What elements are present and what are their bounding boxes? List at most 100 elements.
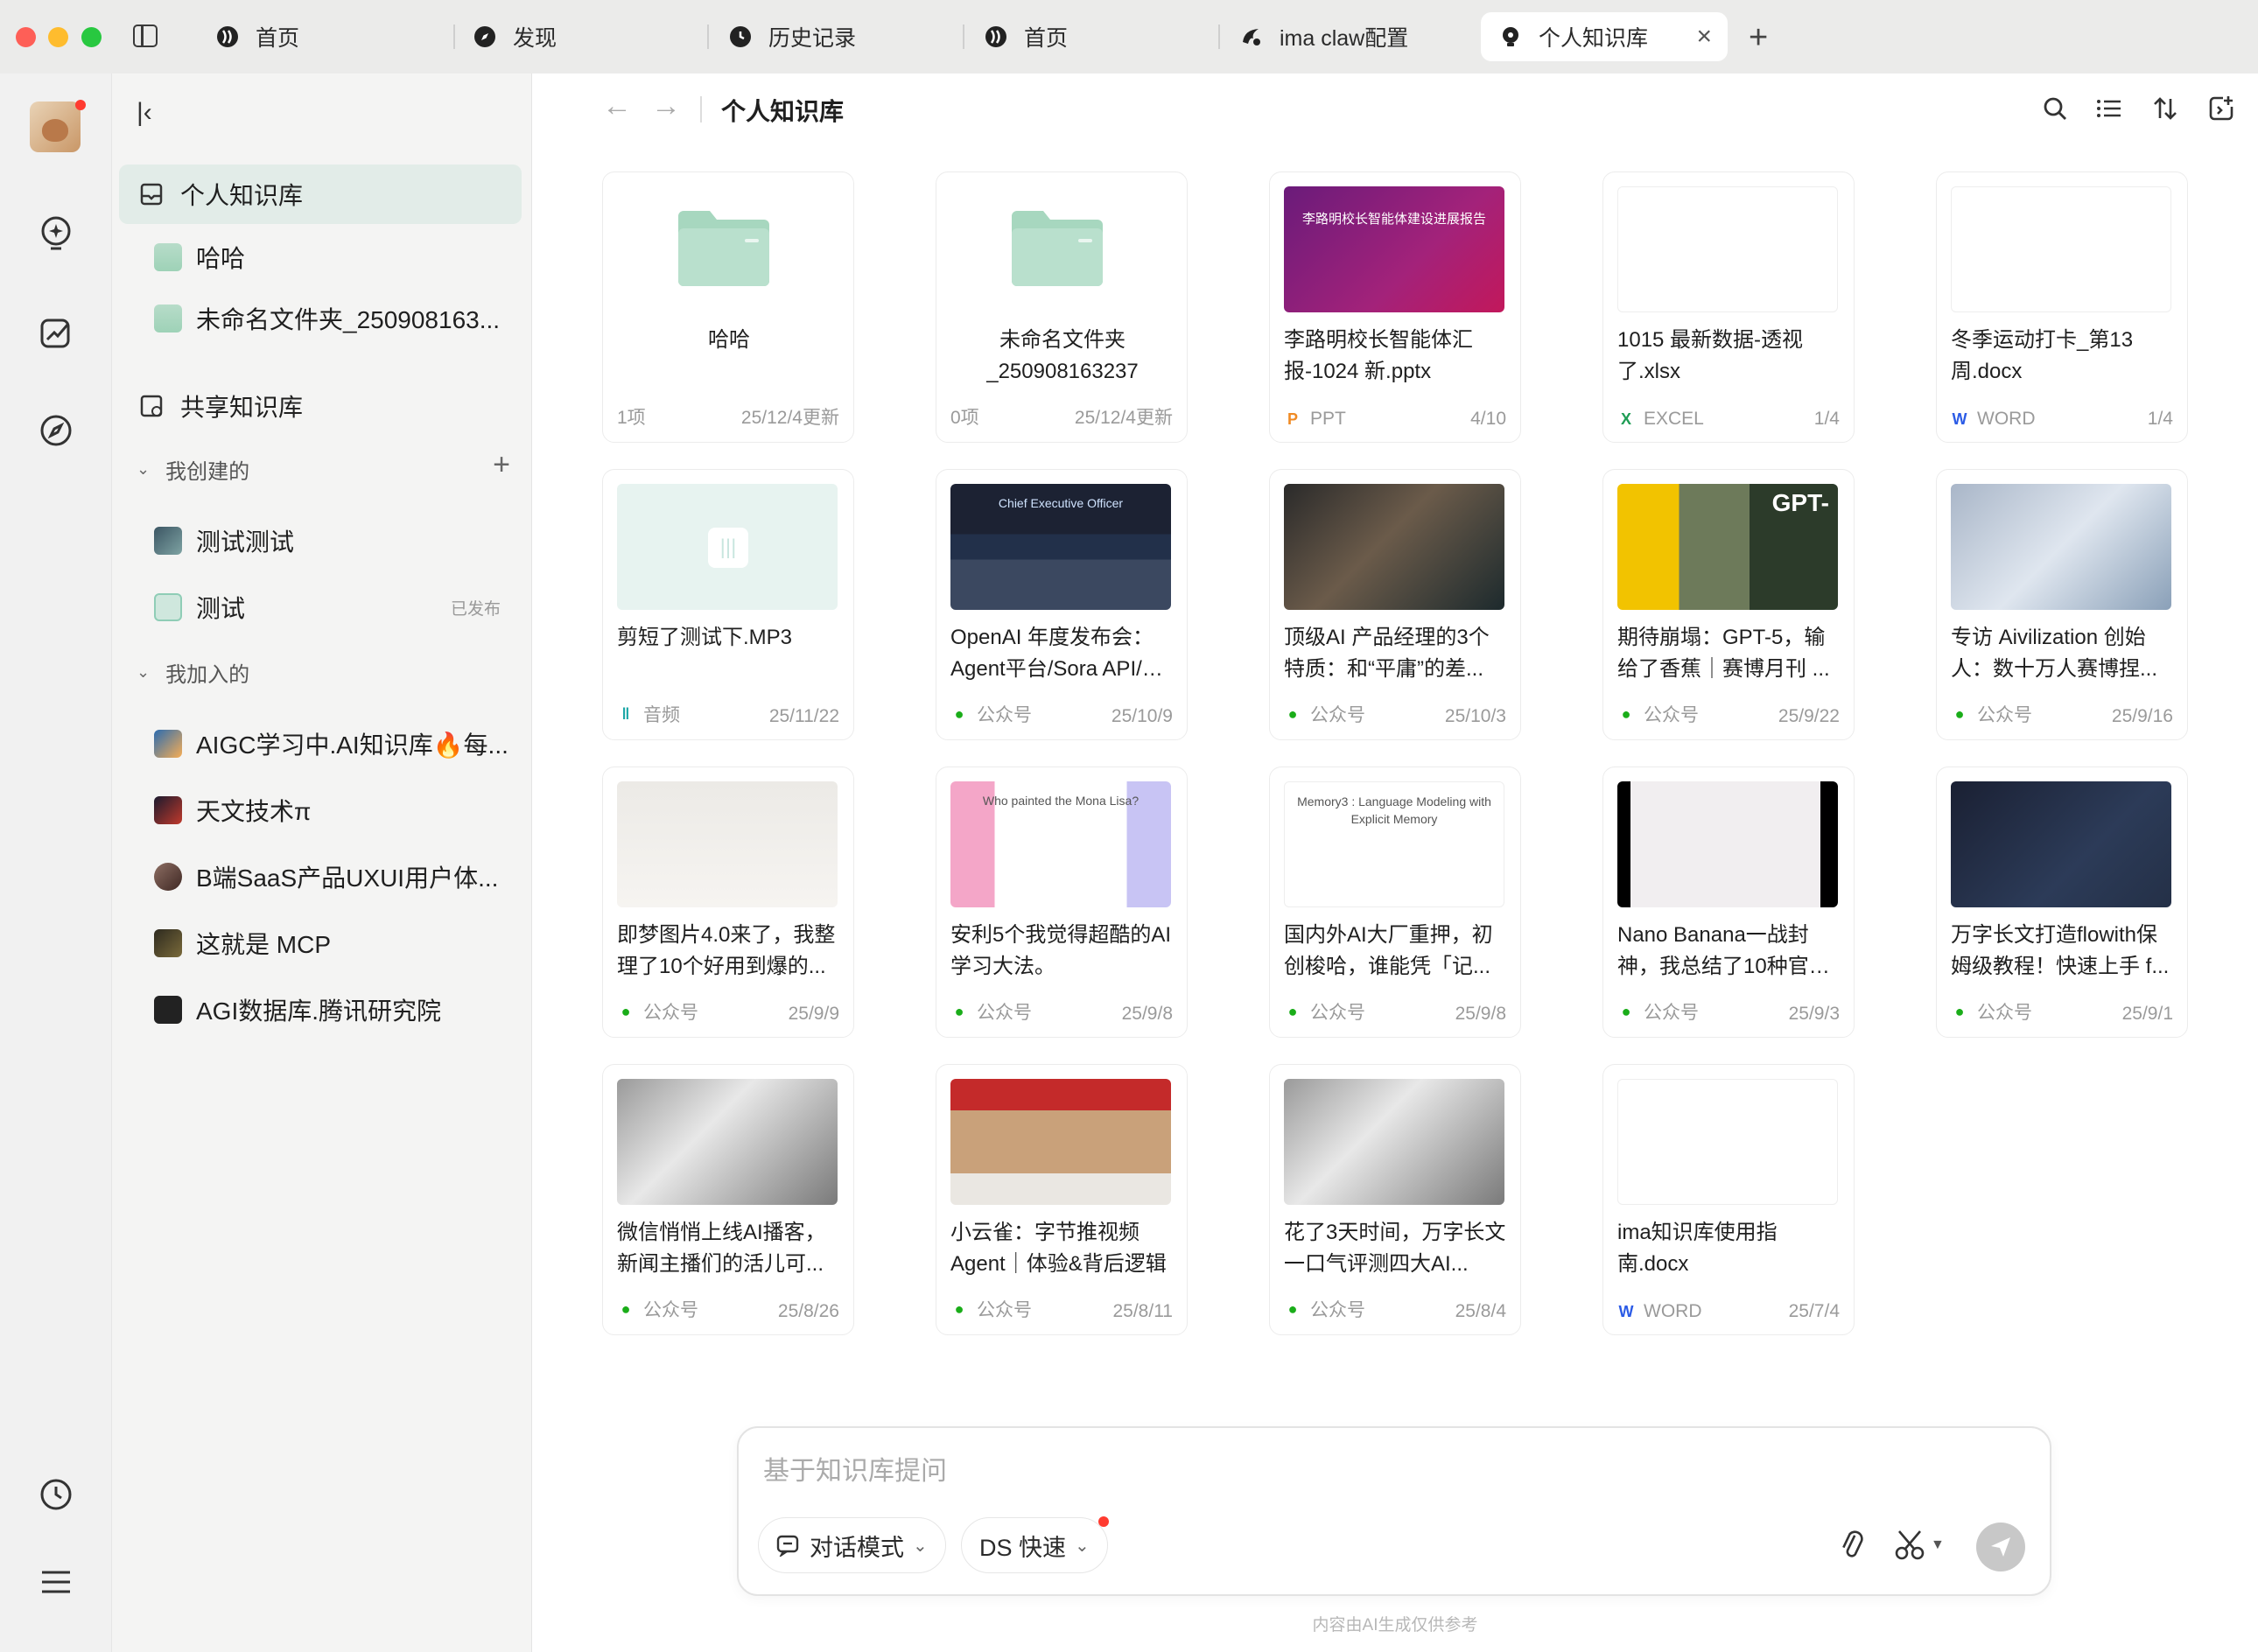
group-joined-toggle[interactable]: ⌄ 我加入的	[137, 654, 249, 690]
tab-ima-claw[interactable]: ima claw配置	[1239, 12, 1408, 61]
kb-card[interactable]: 冬季运动打卡_第13周.docx W WORD 1/4	[1936, 172, 2188, 443]
nav-folder-untitled[interactable]: 未命名文件夹_250908163...	[154, 290, 522, 346]
kb-card[interactable]: 万字长文打造flowith保姆级教程！快速上手 f... ● 公众号 25/9/1	[1936, 766, 2188, 1038]
window-minimize-button[interactable]	[48, 27, 68, 47]
tab-personal-kb[interactable]: 个人知识库 ×	[1481, 12, 1728, 61]
tab-discover[interactable]: 发现	[473, 12, 557, 61]
scissors-tool-icon[interactable]: ▼	[1894, 1530, 1945, 1561]
kb-card[interactable]: Nano Banana一战封神，我总结了10种官方... ● 公众号 25/9/3	[1602, 766, 1855, 1038]
nav-kb-ceshiceshi[interactable]: 测试测试	[154, 513, 522, 569]
main-content: ← → 个人知识库 哈哈 1项 25/12/4更新 未命名文件夹_2509081632…	[532, 74, 2258, 1652]
close-icon[interactable]: ×	[1696, 22, 1712, 52]
dialog-mode-select[interactable]: 对话模式 ⌄	[758, 1517, 946, 1573]
card-thumbnail: GPT-	[1617, 484, 1838, 610]
kb-card[interactable]: 哈哈 1项 25/12/4更新	[602, 172, 854, 443]
attach-paperclip-icon[interactable]	[1836, 1528, 1868, 1567]
window-maximize-button[interactable]	[81, 27, 102, 47]
nav-label: B端SaaS产品UXUI用户体...	[196, 864, 499, 892]
search-icon[interactable]	[2037, 91, 2072, 126]
forward-arrow-icon[interactable]: →	[651, 89, 681, 123]
kb-card[interactable]: 花了3天时间，万字长文一口气评测四大AI... ● 公众号 25/8/4	[1269, 1064, 1521, 1335]
nav-label: 测试	[196, 595, 246, 622]
kb-card[interactable]: 未命名文件夹_250908163237 0项 25/12/4更新	[936, 172, 1188, 443]
kb-cover-icon	[154, 593, 182, 621]
edit-chart-icon[interactable]	[35, 312, 77, 354]
collapse-panel-icon[interactable]: |‹	[137, 98, 152, 128]
tab-home-1[interactable]: 首页	[215, 12, 299, 61]
nav-kb-ceshi[interactable]: 测试 已发布	[154, 579, 522, 635]
card-meta: 0项	[950, 403, 979, 430]
kb-card[interactable]: GPT- 期待崩塌：GPT-5，输给了香蕉｜赛博月刊 ... ● 公众号 25/9/22	[1602, 469, 1855, 740]
send-button[interactable]	[1976, 1522, 2025, 1572]
card-date: 25/9/22	[1778, 706, 1840, 726]
avatar[interactable]	[30, 102, 81, 152]
nav-folder-haha[interactable]: 哈哈	[154, 229, 522, 285]
card-meta: W WORD	[1951, 409, 2036, 430]
card-thumbnail: Chief Executive Officer	[950, 484, 1171, 610]
compass-icon[interactable]	[35, 410, 77, 452]
title-bar: 首页 发现 历史记录 首页 ima claw配置 个人知识库 × +	[0, 0, 2258, 74]
back-arrow-icon[interactable]: ←	[602, 89, 632, 123]
wechat-icon: ●	[1954, 1002, 1965, 1020]
card-type-label: WORD	[1644, 1301, 1702, 1321]
nav-kb-mcp[interactable]: 这就是 MCP	[154, 915, 522, 971]
nav-shared-kb[interactable]: 共享知识库	[119, 376, 522, 436]
notification-dot	[1097, 1516, 1109, 1527]
list-view-icon[interactable]	[2092, 91, 2127, 126]
kb-card[interactable]: Chief Executive Officer OpenAI 年度发布会：Agen…	[936, 469, 1188, 740]
kb-card[interactable]: 小云雀：字节推视频Agent｜体验&背后逻辑 ● 公众号 25/8/11	[936, 1064, 1188, 1335]
chevron-down-icon: ⌄	[137, 662, 151, 681]
card-meta: ● 公众号	[1284, 998, 1365, 1025]
kb-card[interactable]: 专访 Aivilization 创始人：数十万人赛博捏... ● 公众号 25/9/1…	[1936, 469, 2188, 740]
card-thumbnail	[617, 1079, 838, 1205]
nav-kb-saas-ux[interactable]: B端SaaS产品UXUI用户体...	[154, 849, 522, 905]
card-title: 万字长文打造flowith保姆级教程！快速上手 f...	[1951, 923, 2170, 978]
nav-label: 个人知识库	[180, 182, 304, 209]
card-date: 25/10/9	[1111, 706, 1173, 726]
tab-history[interactable]: 历史记录	[728, 12, 856, 61]
nav-kb-aigc[interactable]: AIGC学习中.AI知识库🔥每...	[154, 716, 522, 772]
ai-bulb-icon[interactable]	[35, 214, 77, 256]
wechat-icon: ●	[954, 1299, 964, 1318]
new-tab-button[interactable]: +	[1749, 19, 1768, 57]
nav-label: AIGC学习中.AI知识库🔥每...	[196, 732, 508, 759]
history-clock-icon[interactable]	[35, 1474, 77, 1516]
sort-icon[interactable]	[2148, 91, 2183, 126]
menu-icon[interactable]	[35, 1561, 77, 1603]
card-title: 花了3天时间，万字长文一口气评测四大AI...	[1284, 1221, 1506, 1276]
nav-kb-agi[interactable]: AGI数据库.腾讯研究院	[154, 982, 522, 1038]
kb-card[interactable]: ||| 剪短了测试下.MP3 ‖ 音频 25/11/22	[602, 469, 854, 740]
kb-card[interactable]: 李路明校长智能体建设进展报告 李路明校长智能体汇报-1024 新.pptx P PPT…	[1269, 172, 1521, 443]
kb-card[interactable]: 1015 最新数据-透视了.xlsx X EXCEL 1/4	[1602, 172, 1855, 443]
card-meta: ‖ 音频	[617, 701, 680, 727]
sidebar-toggle-icon[interactable]	[133, 24, 158, 47]
audio-wave-icon: |||	[708, 528, 748, 568]
window-close-button[interactable]	[16, 27, 36, 47]
nav-kb-astronomy[interactable]: 天文技术π	[154, 782, 522, 838]
kb-card[interactable]: 微信悄悄上线AI播客，新闻主播们的活儿可... ● 公众号 25/8/26	[602, 1064, 854, 1335]
kb-card[interactable]: 即梦图片4.0来了，我整理了10个好用到爆的... ● 公众号 25/9/9	[602, 766, 854, 1038]
tab-home-2[interactable]: 首页	[984, 12, 1068, 61]
card-meta: ● 公众号	[1951, 701, 2032, 727]
kb-card[interactable]: 顶级AI 产品经理的3个特质：和“平庸”的差... ● 公众号 25/10/3	[1269, 469, 1521, 740]
group-created-toggle[interactable]: ⌄ 我创建的	[137, 452, 249, 486]
card-date: 25/8/26	[777, 1301, 839, 1321]
add-kb-button[interactable]: +	[493, 448, 510, 482]
card-date: 25/9/8	[1121, 1004, 1173, 1024]
kb-card[interactable]: Who painted the Mona Lisa? 安利5个我觉得超酷的AI学习…	[936, 766, 1188, 1038]
kb-card[interactable]: Memory3 : Language Modeling with Explici…	[1269, 766, 1521, 1038]
model-select[interactable]: DS 快速 ⌄	[961, 1516, 1109, 1573]
card-type-label: 公众号	[1310, 705, 1365, 725]
card-title: 国内外AI大厂重押，初创梭哈，谁能凭「记...	[1284, 923, 1493, 978]
card-title: 小云雀：字节推视频Agent｜体验&背后逻辑	[950, 1221, 1167, 1276]
card-thumbnail	[1617, 186, 1838, 312]
ask-input[interactable]: 基于知识库提问	[763, 1449, 947, 1488]
kb-card[interactable]: ima知识库使用指南.docx W WORD 25/7/4	[1602, 1064, 1855, 1335]
kb-cover-icon	[154, 796, 182, 824]
card-thumbnail	[1617, 1079, 1838, 1205]
nav-personal-kb[interactable]: 个人知识库	[119, 164, 522, 224]
chevron-down-icon: ⌄	[1075, 1536, 1090, 1556]
new-note-icon[interactable]	[2204, 91, 2239, 126]
ask-box: 基于知识库提问 对话模式 ⌄ DS 快速 ⌄ ▼	[737, 1426, 2051, 1596]
ima-logo-icon	[984, 24, 1008, 49]
